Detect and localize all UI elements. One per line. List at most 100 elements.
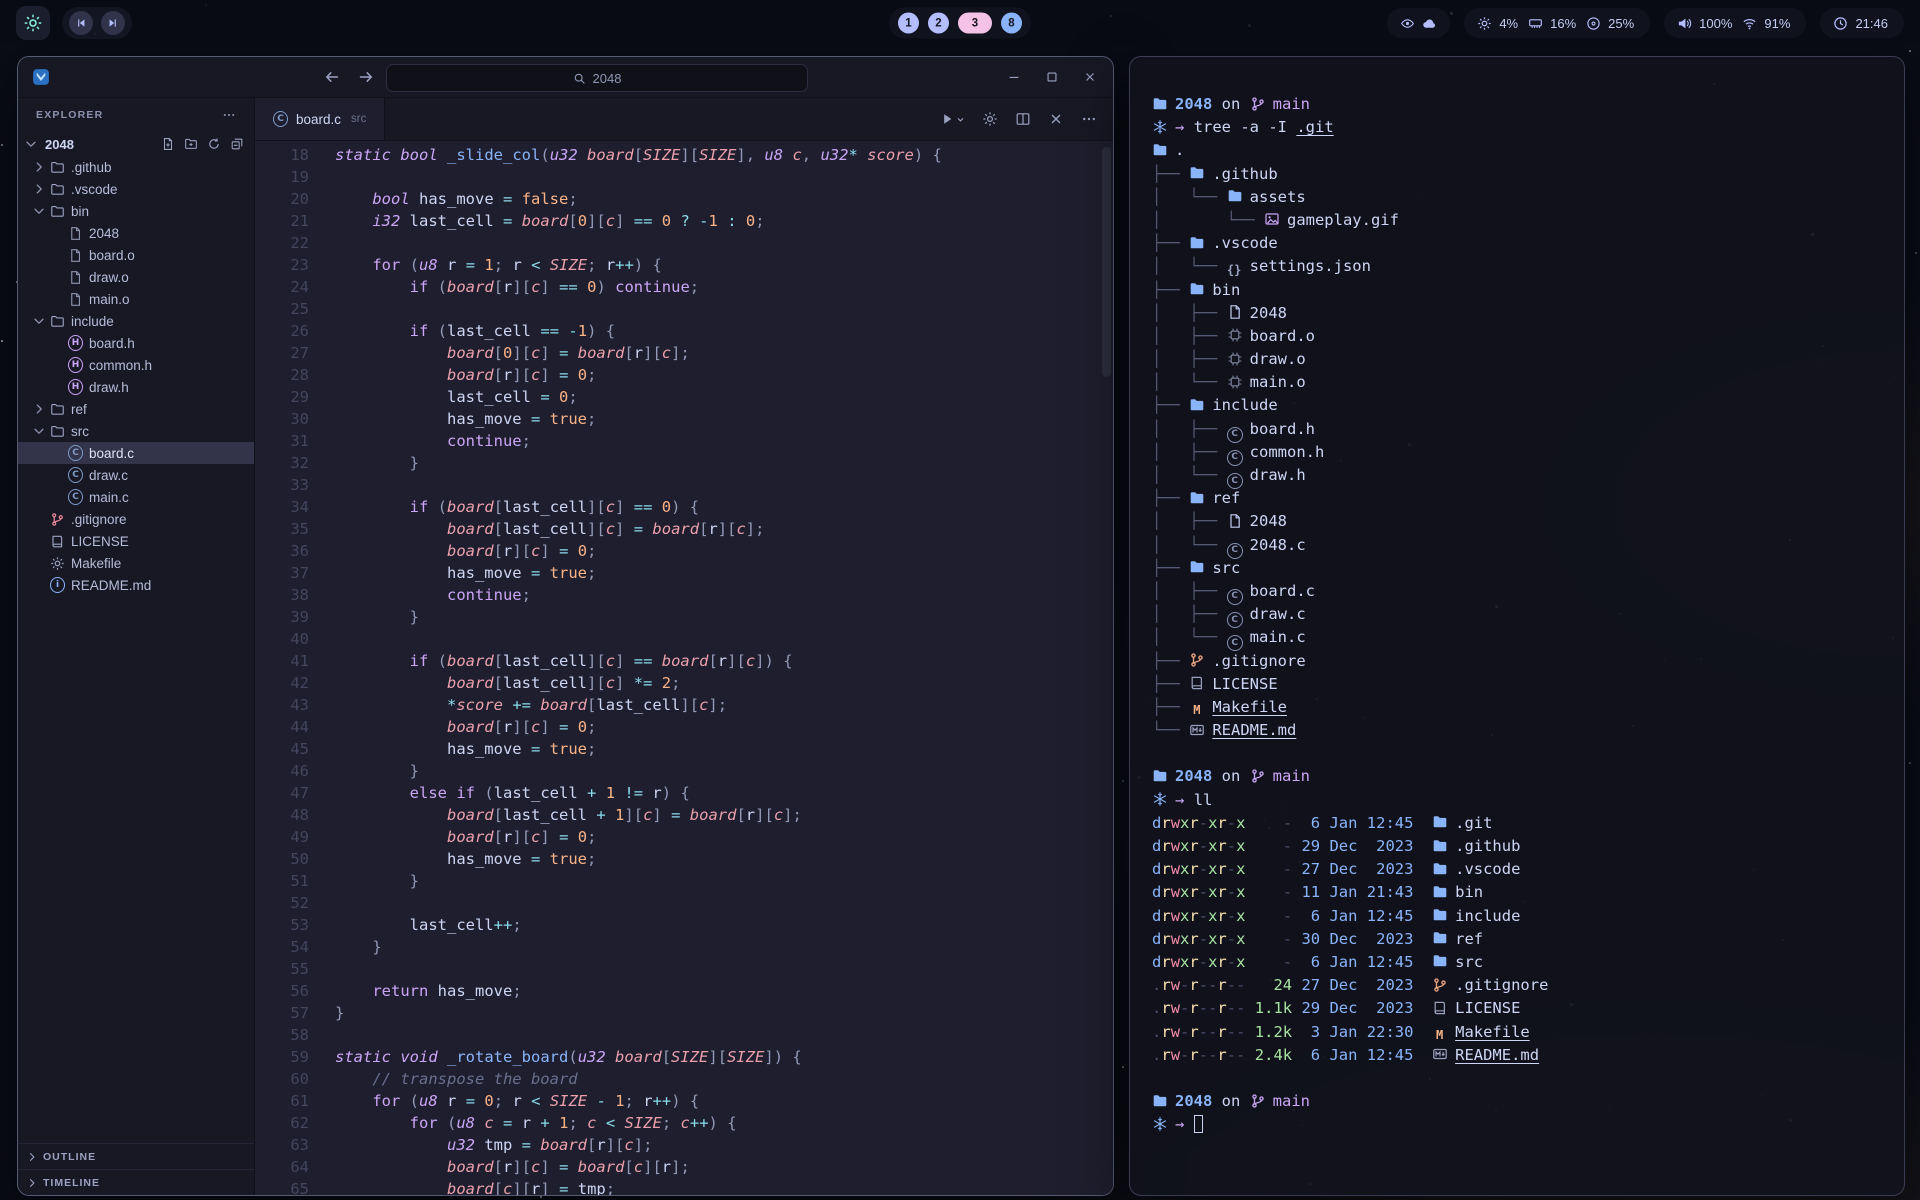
code-line-24[interactable]: 24 if (board[r][c] == 0) continue; <box>255 276 1113 298</box>
explorer-item-board.h[interactable]: Hboard.h <box>18 332 254 354</box>
code-line-34[interactable]: 34 if (board[last_cell][c] == 0) { <box>255 496 1113 518</box>
nav-back-icon[interactable] <box>324 69 340 85</box>
refresh-icon[interactable] <box>207 137 221 151</box>
workspace-3[interactable]: 3 <box>958 13 992 34</box>
code-line-26[interactable]: 26 if (last_cell == -1) { <box>255 320 1113 342</box>
code-line-28[interactable]: 28 board[r][c] = 0; <box>255 364 1113 386</box>
media-prev-button[interactable] <box>69 11 93 35</box>
editor-titlebar[interactable]: 2048 <box>18 57 1113 98</box>
code-line-51[interactable]: 51 } <box>255 870 1113 892</box>
more-actions-icon[interactable] <box>222 108 236 122</box>
workspace-1[interactable]: 1 <box>898 13 919 34</box>
code-line-43[interactable]: 43 *score += board[last_cell][c]; <box>255 694 1113 716</box>
new-file-icon[interactable] <box>161 137 175 151</box>
code-line-54[interactable]: 54 } <box>255 936 1113 958</box>
more-actions-icon[interactable] <box>1081 111 1097 127</box>
code-line-29[interactable]: 29 last_cell = 0; <box>255 386 1113 408</box>
code-line-42[interactable]: 42 board[last_cell][c] *= 2; <box>255 672 1113 694</box>
code-line-45[interactable]: 45 has_move = true; <box>255 738 1113 760</box>
code-line-21[interactable]: 21 i32 last_cell = board[0][c] == 0 ? -1… <box>255 210 1113 232</box>
code-line-35[interactable]: 35 board[last_cell][c] = board[r][c]; <box>255 518 1113 540</box>
explorer-item-2048[interactable]: 2048 <box>18 222 254 244</box>
code-line-48[interactable]: 48 board[last_cell + 1][c] = board[r][c]… <box>255 804 1113 826</box>
code-line-49[interactable]: 49 board[r][c] = 0; <box>255 826 1113 848</box>
tab-board.c[interactable]: C board.c src <box>255 98 385 140</box>
code-line-27[interactable]: 27 board[0][c] = board[r][c]; <box>255 342 1113 364</box>
workspace-2[interactable]: 2 <box>928 13 949 34</box>
explorer-item-src[interactable]: src <box>18 420 254 442</box>
clock-widget[interactable]: 21:46 <box>1820 8 1904 38</box>
code-line-50[interactable]: 50 has_move = true; <box>255 848 1113 870</box>
explorer-item-common.h[interactable]: Hcommon.h <box>18 354 254 376</box>
scrollbar-thumb[interactable] <box>1102 147 1111 377</box>
code-line-18[interactable]: 18static bool _slide_col(u32 board[SIZE]… <box>255 144 1113 166</box>
explorer-item-draw.c[interactable]: Cdraw.c <box>18 464 254 486</box>
explorer-item-main.c[interactable]: Cmain.c <box>18 486 254 508</box>
code-line-38[interactable]: 38 continue; <box>255 584 1113 606</box>
run-button[interactable] <box>939 111 965 127</box>
code-line-30[interactable]: 30 has_move = true; <box>255 408 1113 430</box>
workspace-8[interactable]: 8 <box>1001 13 1022 34</box>
launcher-button[interactable] <box>16 6 50 40</box>
code-line-47[interactable]: 47 else if (last_cell + 1 != r) { <box>255 782 1113 804</box>
code-line-19[interactable]: 19 <box>255 166 1113 188</box>
new-folder-icon[interactable] <box>184 137 198 151</box>
code-line-44[interactable]: 44 board[r][c] = 0; <box>255 716 1113 738</box>
explorer-item-board.c[interactable]: Cboard.c <box>18 442 254 464</box>
weather-widget[interactable] <box>1387 8 1450 38</box>
explorer-item-board.o[interactable]: board.o <box>18 244 254 266</box>
outline-section[interactable]: OUTLINE <box>18 1143 254 1169</box>
terminal-command[interactable]: → <box>1152 1113 1886 1136</box>
code-line-59[interactable]: 59static void _rotate_board(u32 board[SI… <box>255 1046 1113 1068</box>
code-line-53[interactable]: 53 last_cell++; <box>255 914 1113 936</box>
explorer-item-.gitignore[interactable]: .gitignore <box>18 508 254 530</box>
code-line-56[interactable]: 56 return has_move; <box>255 980 1113 1002</box>
minimize-button[interactable] <box>1007 70 1021 84</box>
code-line-40[interactable]: 40 <box>255 628 1113 650</box>
explorer-item-.vscode[interactable]: .vscode <box>18 178 254 200</box>
explorer-item-.github[interactable]: .github <box>18 156 254 178</box>
code-line-57[interactable]: 57} <box>255 1002 1113 1024</box>
maximize-button[interactable] <box>1045 70 1059 84</box>
terminal-cursor[interactable] <box>1194 1115 1203 1133</box>
command-center[interactable]: 2048 <box>386 64 808 92</box>
code-line-20[interactable]: 20 bool has_move = false; <box>255 188 1113 210</box>
explorer-root[interactable]: 2048 <box>18 132 254 156</box>
explorer-item-LICENSE[interactable]: LICENSE <box>18 530 254 552</box>
explorer-item-draw.o[interactable]: draw.o <box>18 266 254 288</box>
nav-forward-icon[interactable] <box>358 69 374 85</box>
explorer-item-ref[interactable]: ref <box>18 398 254 420</box>
code-line-65[interactable]: 65 board[c][r] = tmp; <box>255 1178 1113 1195</box>
timeline-section[interactable]: TIMELINE <box>18 1169 254 1195</box>
code-line-23[interactable]: 23 for (u8 r = 1; r < SIZE; r++) { <box>255 254 1113 276</box>
code-line-25[interactable]: 25 <box>255 298 1113 320</box>
media-next-button[interactable] <box>101 11 125 35</box>
explorer-item-main.o[interactable]: main.o <box>18 288 254 310</box>
explorer-item-README.md[interactable]: iREADME.md <box>18 574 254 596</box>
settings-gear-icon[interactable] <box>982 111 998 127</box>
code-line-60[interactable]: 60 // transpose the board <box>255 1068 1113 1090</box>
explorer-item-draw.h[interactable]: Hdraw.h <box>18 376 254 398</box>
code-line-32[interactable]: 32 } <box>255 452 1113 474</box>
split-editor-icon[interactable] <box>1015 111 1031 127</box>
code-line-55[interactable]: 55 <box>255 958 1113 980</box>
code-line-36[interactable]: 36 board[r][c] = 0; <box>255 540 1113 562</box>
code-line-37[interactable]: 37 has_move = true; <box>255 562 1113 584</box>
code-line-31[interactable]: 31 continue; <box>255 430 1113 452</box>
close-editor-icon[interactable] <box>1048 111 1064 127</box>
terminal-window[interactable]: 2048 on main→ tree -a -I .git.├── .githu… <box>1129 56 1905 1196</box>
code-line-62[interactable]: 62 for (u8 c = r + 1; c < SIZE; c++) { <box>255 1112 1113 1134</box>
code-line-41[interactable]: 41 if (board[last_cell][c] == board[r][c… <box>255 650 1113 672</box>
code-editor[interactable]: 18static bool _slide_col(u32 board[SIZE]… <box>255 141 1113 1195</box>
close-button[interactable] <box>1083 70 1097 84</box>
code-line-61[interactable]: 61 for (u8 r = 0; r < SIZE - 1; r++) { <box>255 1090 1113 1112</box>
explorer-item-bin[interactable]: bin <box>18 200 254 222</box>
code-line-39[interactable]: 39 } <box>255 606 1113 628</box>
explorer-item-include[interactable]: include <box>18 310 254 332</box>
code-line-58[interactable]: 58 <box>255 1024 1113 1046</box>
collapse-all-icon[interactable] <box>230 137 244 151</box>
code-line-63[interactable]: 63 u32 tmp = board[r][c]; <box>255 1134 1113 1156</box>
code-line-46[interactable]: 46 } <box>255 760 1113 782</box>
code-line-64[interactable]: 64 board[r][c] = board[c][r]; <box>255 1156 1113 1178</box>
audio-network-widget[interactable]: 100% 91% <box>1664 8 1806 38</box>
